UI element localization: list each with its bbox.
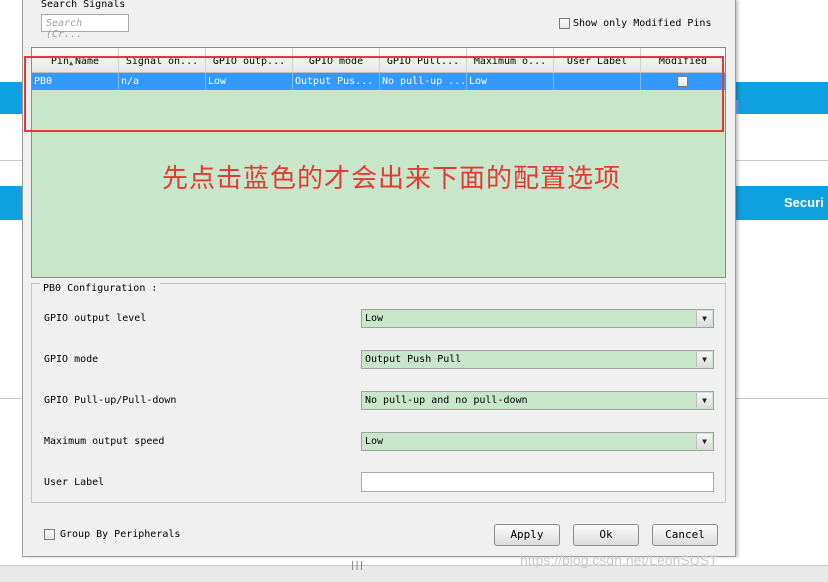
gpio-output-level-value: Low — [365, 313, 384, 324]
cancel-button[interactable]: Cancel — [652, 524, 718, 546]
group-by-peripherals-label: Group By Peripherals — [60, 529, 181, 540]
background-header-band — [734, 82, 828, 114]
background-security-tab[interactable]: Securi — [784, 195, 824, 210]
annotation-text: 先点击蓝色的才会出来下面的配置选项 — [162, 164, 622, 194]
chevron-down-icon[interactable]: ▼ — [696, 393, 712, 408]
ok-button[interactable]: Ok — [573, 524, 639, 546]
configuration-title: PB0 Configuration : — [40, 283, 161, 294]
gpio-mode-select[interactable]: Output Push Pull ▼ — [361, 350, 714, 369]
max-output-speed-select[interactable]: Low ▼ — [361, 432, 714, 451]
max-output-speed-label: Maximum output speed — [44, 436, 165, 447]
search-signals-input[interactable]: Search (Cr... — [41, 14, 129, 40]
chevron-down-icon[interactable]: ▼ — [696, 311, 712, 326]
gpio-pull-select[interactable]: No pull-up and no pull-down ▼ — [361, 391, 714, 410]
show-only-modified-label: Show only Modified Pins — [573, 18, 712, 29]
pin-configuration-group: PB0 Configuration : GPIO output level Lo… — [31, 283, 726, 503]
gpio-pull-value: No pull-up and no pull-down — [365, 395, 528, 406]
search-signals-label: Search Signals — [41, 0, 126, 10]
apply-button[interactable]: Apply — [494, 524, 560, 546]
gpio-output-level-select[interactable]: Low ▼ — [361, 309, 714, 328]
gpio-mode-value: Output Push Pull — [365, 354, 462, 365]
chevron-down-icon[interactable]: ▼ — [696, 352, 712, 367]
annotation-highlight-box — [24, 56, 724, 132]
group-by-peripherals-checkbox[interactable] — [44, 529, 55, 540]
gpio-output-level-label: GPIO output level — [44, 313, 147, 324]
gpio-mode-label: GPIO mode — [44, 354, 99, 365]
background-header-band — [0, 82, 22, 114]
background-section-band — [0, 186, 22, 220]
user-label-input[interactable] — [361, 472, 714, 492]
max-output-speed-value: Low — [365, 436, 384, 447]
user-label-label: User Label — [44, 477, 105, 488]
watermark-text: https://blog.csdn.net/LeonSUST — [520, 552, 718, 568]
show-only-modified-checkbox[interactable] — [559, 18, 570, 29]
vertical-scrollbar-thumb[interactable] — [736, 100, 739, 114]
chevron-down-icon[interactable]: ▼ — [696, 434, 712, 449]
resize-grip-icon[interactable]: ||| — [350, 561, 364, 571]
gpio-pull-label: GPIO Pull-up/Pull-down — [44, 395, 177, 406]
